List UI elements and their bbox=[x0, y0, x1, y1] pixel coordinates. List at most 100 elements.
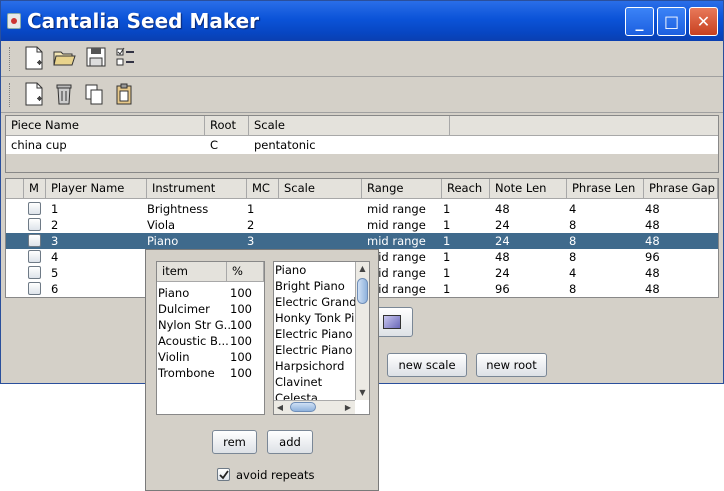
save-icon[interactable] bbox=[83, 46, 109, 72]
list-item[interactable]: Piano bbox=[274, 262, 355, 278]
mute-checkbox[interactable] bbox=[28, 218, 41, 231]
mute-checkbox[interactable] bbox=[28, 266, 41, 279]
player-name-cell[interactable]: 6 bbox=[46, 281, 147, 297]
phrase-len-cell[interactable]: 4 bbox=[564, 265, 644, 281]
list-item[interactable]: Celesta bbox=[274, 390, 355, 400]
note-len-cell[interactable]: 24 bbox=[490, 233, 567, 249]
phrase-len-cell[interactable]: 8 bbox=[564, 217, 644, 233]
player-row[interactable]: 1 Brightness 1 mid range 1 48 4 48 bbox=[6, 201, 718, 217]
item-name[interactable]: Piano bbox=[157, 285, 230, 301]
list-item[interactable]: Bright Piano bbox=[274, 278, 355, 294]
scroll-left-icon[interactable]: ◀ bbox=[274, 401, 286, 414]
reach-cell[interactable]: 1 bbox=[438, 217, 490, 233]
vertical-scrollbar[interactable]: ▲ ▼ bbox=[355, 262, 369, 400]
checklist-icon[interactable] bbox=[113, 46, 139, 72]
open-folder-icon[interactable] bbox=[51, 46, 77, 72]
list-item[interactable]: Honky Tonk Pi bbox=[274, 310, 355, 326]
scroll-down-icon[interactable]: ▼ bbox=[356, 386, 369, 400]
phrase-gap-cell[interactable]: 48 bbox=[640, 233, 718, 249]
note-len-cell[interactable]: 48 bbox=[490, 201, 567, 217]
note-len-cell[interactable]: 96 bbox=[490, 281, 567, 297]
column-header-player-name[interactable]: Player Name bbox=[46, 179, 147, 199]
column-header-piece-name[interactable]: Piece Name bbox=[6, 116, 205, 136]
column-header-m[interactable]: M bbox=[24, 179, 46, 199]
item-name[interactable]: Trombone bbox=[157, 365, 230, 381]
range-cell[interactable]: mid range bbox=[362, 201, 442, 217]
trash-icon[interactable] bbox=[51, 82, 77, 108]
instrument-cell[interactable]: Piano bbox=[142, 233, 247, 249]
item-percent[interactable]: 100 bbox=[230, 285, 252, 301]
paste-icon[interactable] bbox=[111, 82, 137, 108]
phrase-gap-cell[interactable]: 48 bbox=[640, 281, 718, 297]
list-item[interactable]: Nylon Str G... 100 bbox=[157, 317, 264, 333]
player-name-cell[interactable]: 1 bbox=[46, 201, 147, 217]
player-name-cell[interactable]: 5 bbox=[46, 265, 147, 281]
title-bar[interactable]: Cantalia Seed Maker _ □ ✕ bbox=[1, 1, 723, 41]
mute-checkbox[interactable] bbox=[28, 202, 41, 215]
close-button[interactable]: ✕ bbox=[689, 7, 718, 36]
list-item[interactable]: Violin 100 bbox=[157, 349, 264, 365]
avoid-repeats-label[interactable]: avoid repeats bbox=[236, 467, 315, 483]
item-percent[interactable]: 100 bbox=[230, 317, 252, 333]
avoid-repeats-checkbox[interactable] bbox=[217, 468, 230, 481]
phrase-gap-cell[interactable]: 48 bbox=[640, 201, 718, 217]
phrase-gap-cell[interactable]: 96 bbox=[640, 249, 718, 265]
table-row[interactable]: china cup C pentatonic bbox=[6, 137, 450, 153]
column-header-range[interactable]: Range bbox=[362, 179, 442, 199]
item-name[interactable]: Violin bbox=[157, 349, 230, 365]
list-item[interactable]: Electric Piano bbox=[274, 326, 355, 342]
list-item[interactable]: Harpsichord bbox=[274, 358, 355, 374]
item-percent[interactable]: 100 bbox=[230, 365, 252, 381]
toolbar-grip[interactable] bbox=[9, 47, 11, 71]
mute-checkbox[interactable] bbox=[28, 234, 41, 247]
column-header-item[interactable]: item bbox=[157, 262, 227, 282]
toolbar-grip[interactable] bbox=[9, 83, 11, 107]
column-header-scale[interactable]: Scale bbox=[249, 116, 450, 136]
item-percent[interactable]: 100 bbox=[230, 301, 252, 317]
mc-cell[interactable]: 1 bbox=[242, 201, 279, 217]
column-header-phrase-gap[interactable]: Phrase Gap bbox=[644, 179, 718, 199]
phrase-len-cell[interactable]: 8 bbox=[564, 233, 644, 249]
column-header-instrument[interactable]: Instrument bbox=[147, 179, 247, 199]
player-name-cell[interactable]: 2 bbox=[46, 217, 147, 233]
player-row[interactable]: 2 Viola 2 mid range 1 24 8 48 bbox=[6, 217, 718, 233]
phrase-len-cell[interactable]: 8 bbox=[564, 249, 644, 265]
column-header-phrase-len[interactable]: Phrase Len bbox=[567, 179, 644, 199]
scale-cell[interactable] bbox=[279, 233, 362, 249]
column-header-reach[interactable]: Reach bbox=[442, 179, 490, 199]
column-header-root[interactable]: Root bbox=[205, 116, 249, 136]
item-percent[interactable]: 100 bbox=[230, 349, 252, 365]
scale-cell[interactable] bbox=[279, 201, 362, 217]
note-len-cell[interactable]: 24 bbox=[490, 217, 567, 233]
new-root-button[interactable]: new root bbox=[476, 353, 547, 377]
instrument-cell[interactable]: Brightness bbox=[142, 201, 247, 217]
phrase-gap-cell[interactable]: 48 bbox=[640, 217, 718, 233]
new-file-icon[interactable] bbox=[21, 82, 47, 108]
mc-cell[interactable]: 3 bbox=[242, 233, 279, 249]
instrument-cell[interactable]: Viola bbox=[142, 217, 247, 233]
mute-checkbox[interactable] bbox=[28, 250, 41, 263]
range-cell[interactable]: mid range bbox=[362, 217, 442, 233]
scroll-thumb[interactable] bbox=[357, 278, 368, 304]
maximize-button[interactable]: □ bbox=[657, 7, 686, 36]
player-name-cell[interactable]: 3 bbox=[46, 233, 147, 249]
app-icon[interactable] bbox=[7, 13, 21, 29]
item-name[interactable]: Dulcimer bbox=[157, 301, 230, 317]
scroll-right-icon[interactable]: ▶ bbox=[342, 401, 354, 414]
list-item[interactable]: Clavinet bbox=[274, 374, 355, 390]
list-item[interactable]: Electric Grand bbox=[274, 294, 355, 310]
list-item[interactable]: Acoustic B... 100 bbox=[157, 333, 264, 349]
item-percent[interactable]: 100 bbox=[230, 333, 252, 349]
scroll-up-icon[interactable]: ▲ bbox=[356, 262, 369, 276]
list-item[interactable]: Trombone 100 bbox=[157, 365, 264, 381]
mute-checkbox[interactable] bbox=[28, 282, 41, 295]
item-name[interactable]: Nylon Str G... bbox=[157, 317, 230, 333]
player-row-selected[interactable]: 3 Piano 3 mid range 1 24 8 48 bbox=[6, 233, 718, 249]
list-item[interactable]: Piano 100 bbox=[157, 285, 264, 301]
phrase-len-cell[interactable]: 4 bbox=[564, 201, 644, 217]
reach-cell[interactable]: 1 bbox=[438, 201, 490, 217]
column-header-percent[interactable]: % bbox=[227, 262, 264, 282]
horizontal-scrollbar[interactable]: ◀ ▶ bbox=[274, 400, 355, 414]
root-cell[interactable]: C bbox=[205, 137, 249, 153]
reach-cell[interactable]: 1 bbox=[438, 281, 490, 297]
